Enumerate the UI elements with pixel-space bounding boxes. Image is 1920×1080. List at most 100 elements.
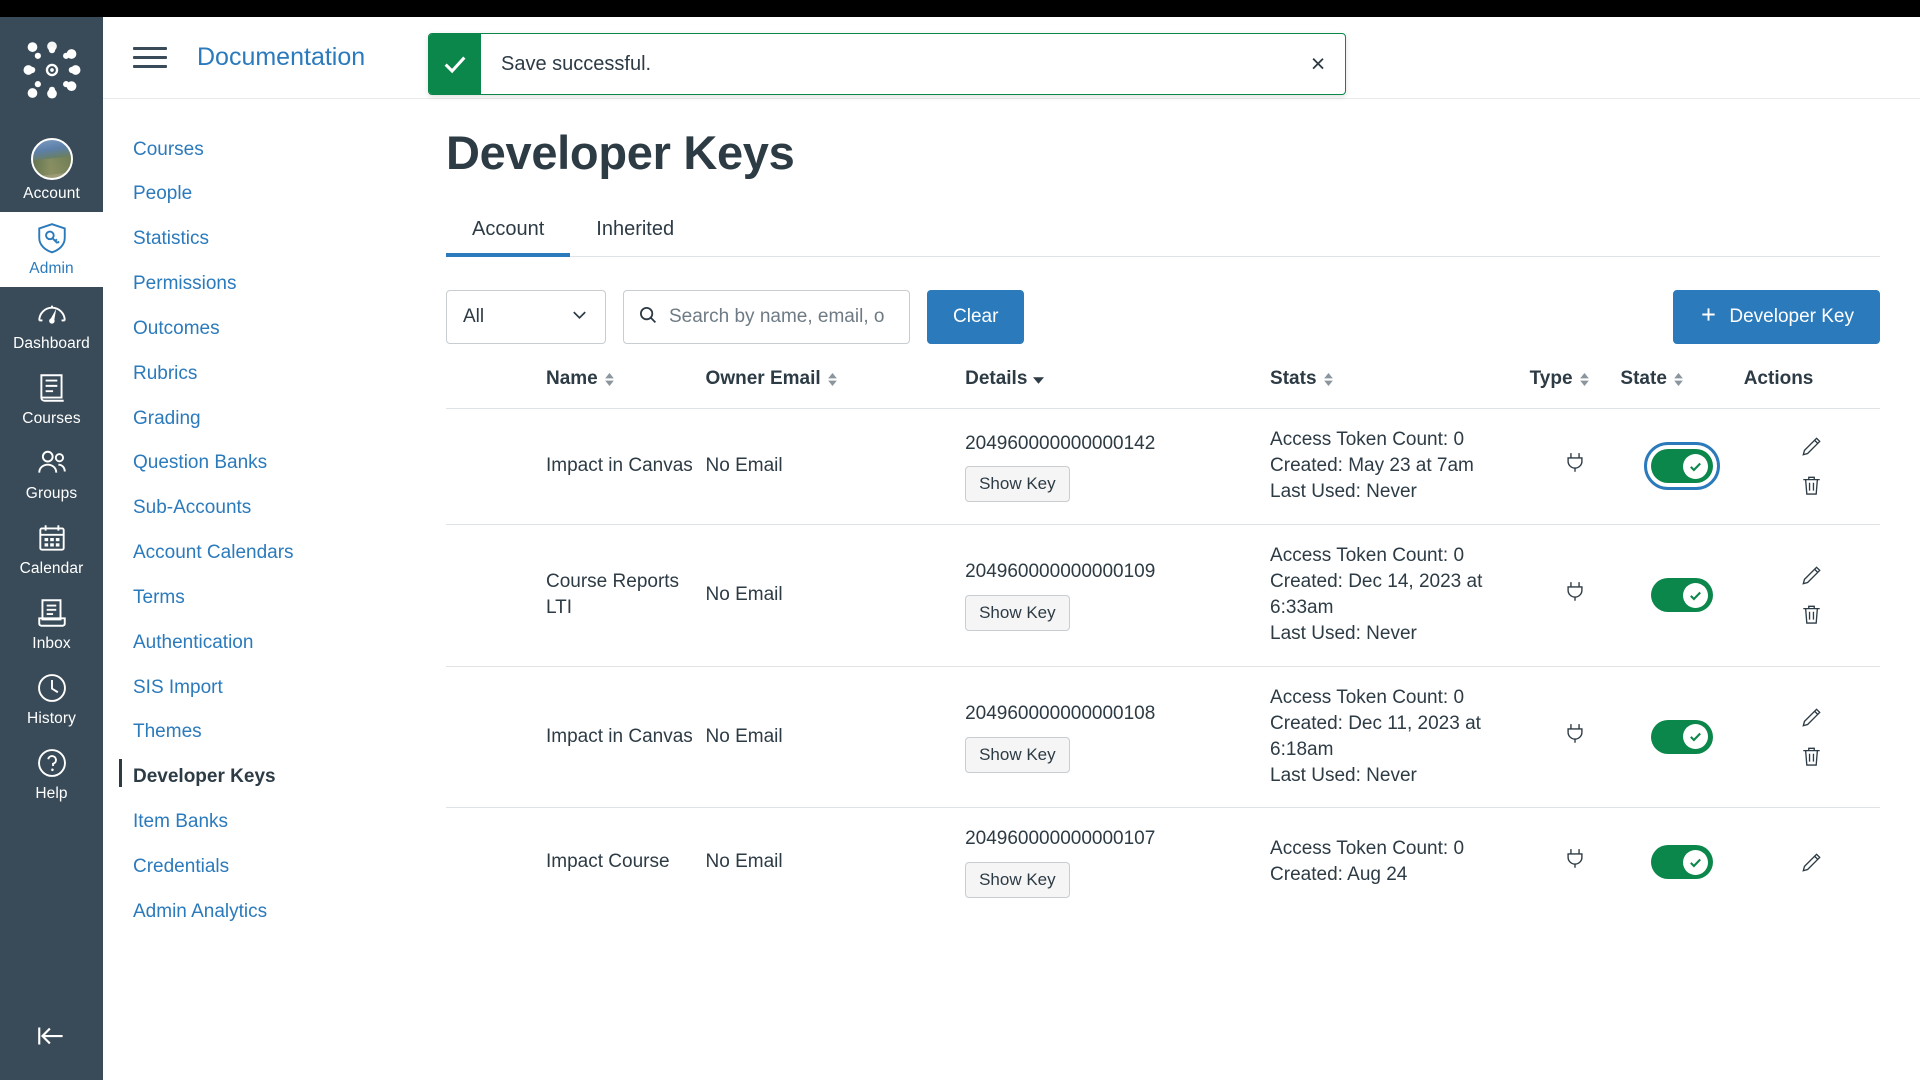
pencil-icon[interactable] [1799, 705, 1824, 730]
alert-message: Save successful. [501, 52, 652, 75]
show-key-button[interactable]: Show Key [965, 736, 1070, 773]
column-header-stats-label: Stats [1270, 368, 1317, 389]
global-nav-label: Help [35, 785, 68, 802]
plug-icon [1562, 848, 1588, 876]
context-nav-item-account-calendars[interactable]: Account Calendars [133, 531, 388, 576]
show-key-button[interactable]: Show Key [965, 465, 1070, 502]
context-nav-item-item-banks[interactable]: Item Banks [133, 800, 388, 845]
show-key-button[interactable]: Show Key [965, 861, 1070, 898]
context-nav-item-grading[interactable]: Grading [133, 396, 388, 441]
column-header-owner-email-label: Owner Email [705, 368, 821, 389]
book-icon [35, 371, 69, 405]
stats-line: Created: Aug 24 [1270, 864, 1408, 886]
sort-arrows-icon [1323, 372, 1334, 386]
context-nav-item-authentication[interactable]: Authentication [133, 620, 388, 665]
toggle-knob [1683, 453, 1709, 479]
clear-button[interactable]: Clear [927, 290, 1025, 344]
sort-arrows-icon [1673, 372, 1684, 386]
developer-keys-table: Name Owner Email Details Stats Type Stat… [446, 368, 1880, 916]
cell-type [1529, 523, 1621, 667]
toggle-knob [1683, 724, 1709, 750]
column-header-type: Type [1530, 368, 1621, 409]
tab-list: Account Inherited [446, 218, 1880, 257]
cell-details: 204960000000000107 Show Key [965, 807, 1271, 916]
state-toggle[interactable] [1644, 442, 1721, 491]
add-developer-key-button[interactable]: Developer Key [1673, 290, 1880, 344]
plus-icon [1699, 305, 1718, 330]
collapse-nav-button[interactable] [0, 1019, 103, 1058]
context-nav-item-credentials[interactable]: Credentials [133, 845, 388, 890]
state-toggle[interactable] [1651, 578, 1714, 613]
context-nav-item-terms[interactable]: Terms [133, 575, 388, 620]
table-header-row: Name Owner Email Details Stats Type Stat… [446, 368, 1880, 409]
global-nav-item-help[interactable]: Help [0, 737, 103, 812]
context-nav-item-sis-import[interactable]: SIS Import [133, 665, 388, 710]
cell-stats: Access Token Count: 0 Created: Aug 24 [1270, 807, 1530, 916]
search-icon [638, 305, 658, 330]
tab-inherited[interactable]: Inherited [570, 218, 700, 256]
global-nav-item-courses[interactable]: Courses [0, 362, 103, 437]
breadcrumb[interactable]: Documentation [197, 43, 365, 72]
global-nav-label: Inbox [32, 635, 71, 652]
tab-account[interactable]: Account [446, 218, 571, 257]
question-circle-icon [35, 746, 69, 780]
context-nav-item-permissions[interactable]: Permissions [133, 262, 388, 307]
trash-icon[interactable] [1799, 602, 1824, 627]
column-header-state: State [1620, 368, 1743, 409]
column-header-type-label: Type [1529, 368, 1573, 389]
pencil-icon[interactable] [1799, 434, 1824, 459]
stats-line: Access Token Count: 0 [1270, 686, 1465, 708]
cell-details: 204960000000000108 Show Key [965, 665, 1271, 808]
state-toggle[interactable] [1651, 845, 1714, 880]
cell-owner-email: No Email [705, 665, 966, 808]
plug-icon [1562, 582, 1588, 609]
search-field[interactable] [623, 290, 910, 344]
context-nav-item-question-banks[interactable]: Question Banks [133, 441, 388, 486]
context-nav-item-themes[interactable]: Themes [133, 710, 388, 755]
hamburger-icon[interactable] [131, 41, 169, 74]
context-nav-item-sub-accounts[interactable]: Sub-Accounts [133, 486, 388, 531]
context-nav-item-developer-keys[interactable]: Developer Keys [119, 755, 388, 800]
global-nav-item-admin[interactable]: Admin [0, 212, 103, 287]
global-nav-item-calendar[interactable]: Calendar [0, 512, 103, 587]
global-nav-label: Courses [22, 410, 81, 427]
close-icon[interactable]: × [1291, 50, 1345, 79]
column-header-name-label: Name [546, 368, 598, 389]
global-nav-item-account[interactable]: Account [0, 129, 103, 212]
global-nav-item-history[interactable]: History [0, 662, 103, 737]
cell-state [1620, 665, 1744, 808]
column-header-name: Name [446, 368, 706, 409]
state-toggle[interactable] [1651, 719, 1714, 754]
context-nav-item-people[interactable]: People [133, 172, 388, 217]
column-header-actions-label: Actions [1743, 368, 1814, 389]
stats-line: Last Used: Never [1270, 481, 1417, 503]
cell-name: Course Reports LTI [446, 523, 706, 667]
trash-icon[interactable] [1799, 473, 1824, 498]
column-header-actions: Actions [1744, 368, 1880, 409]
pencil-icon[interactable] [1799, 850, 1824, 875]
context-nav-item-admin-analytics[interactable]: Admin Analytics [133, 889, 388, 934]
global-nav-item-inbox[interactable]: Inbox [0, 587, 103, 662]
cell-stats: Access Token Count: 0 Created: Dec 11, 20… [1270, 665, 1530, 808]
cell-owner-email: No Email [705, 523, 966, 667]
chevron-down-icon [570, 305, 589, 330]
cell-name: Impact Course [446, 807, 706, 916]
context-nav-item-outcomes[interactable]: Outcomes [133, 306, 388, 351]
context-nav-item-rubrics[interactable]: Rubrics [133, 351, 388, 396]
context-nav-item-statistics[interactable]: Statistics [133, 217, 388, 262]
filter-select-value: All [463, 306, 485, 327]
cell-stats: Access Token Count: 0 Created: May 23 at … [1270, 408, 1530, 525]
main-content: Developer Keys Account Inherited All Sea… [388, 99, 1920, 1080]
canvas-logo[interactable] [21, 39, 83, 101]
app-content-area: Documentation Courses People Statistics … [103, 17, 1920, 1080]
pencil-icon[interactable] [1799, 563, 1824, 588]
trash-icon[interactable] [1799, 744, 1824, 769]
context-nav-item-courses[interactable]: Courses [133, 127, 388, 172]
global-nav-item-dashboard[interactable]: Dashboard [0, 287, 103, 362]
filter-select[interactable]: All [446, 290, 606, 344]
check-icon [429, 34, 481, 94]
show-key-button[interactable]: Show Key [965, 594, 1070, 631]
search-input[interactable] [669, 306, 895, 328]
page-body: Courses People Statistics Permissions Ou… [103, 99, 1920, 1080]
global-nav-item-groups[interactable]: Groups [0, 437, 103, 512]
